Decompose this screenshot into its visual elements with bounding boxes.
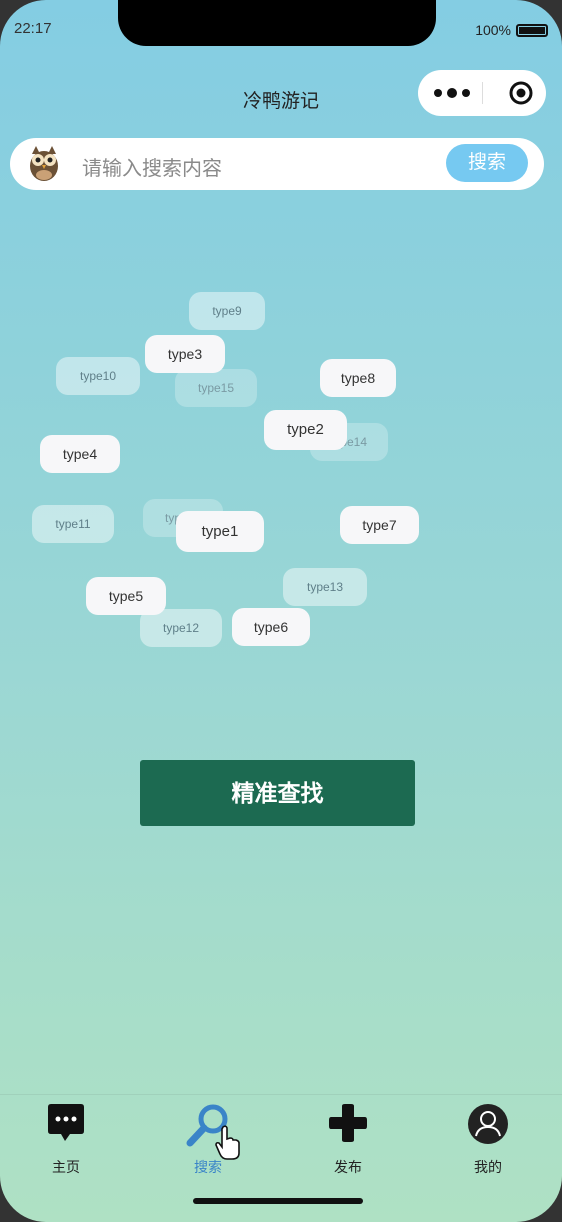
hand-cursor-icon [215,1125,240,1160]
tag-type6[interactable]: type6 [232,608,310,646]
status-battery: 100% [475,22,548,38]
battery-icon [516,23,548,37]
search-input[interactable]: 请输入搜索内容 [82,152,222,181]
tab-home[interactable]: 主页 [16,1103,116,1175]
tab-label-home: 主页 [52,1159,80,1175]
tag-type9[interactable]: type9 [189,292,265,330]
user-avatar-icon [468,1104,508,1144]
tag-type10[interactable]: type10 [56,357,140,395]
tab-search[interactable]: 搜索 [158,1103,258,1175]
owl-icon [30,146,58,181]
notch [118,0,436,46]
phone-screen: 22:17 100% 冷鸭游记 请输入搜索内容 搜索 type9 type10 … [0,0,562,1222]
tag-type8[interactable]: type8 [320,359,396,397]
tag-type7[interactable]: type7 [340,506,419,544]
plus-icon [329,1104,367,1142]
precise-search-button[interactable]: 精准查找 [140,760,415,826]
more-icon[interactable] [432,83,472,103]
capsule-divider [482,82,483,104]
tag-type1[interactable]: type1 [176,511,264,552]
tag-type15[interactable]: type15 [175,369,257,407]
tag-type3[interactable]: type3 [145,335,225,373]
search-bar: 请输入搜索内容 搜索 [10,138,544,190]
mini-program-capsule [418,70,546,116]
tab-publish[interactable]: 发布 [298,1103,398,1175]
search-button[interactable]: 搜索 [446,144,528,182]
tag-type11[interactable]: type11 [32,505,114,543]
battery-percent: 100% [475,22,511,38]
tag-type2[interactable]: type2 [264,410,347,450]
tab-label-publish: 发布 [334,1159,362,1175]
tag-type4[interactable]: type4 [40,435,120,473]
status-time: 22:17 [14,20,52,37]
tab-profile[interactable]: 我的 [438,1103,538,1175]
tag-type5[interactable]: type5 [86,577,166,615]
chat-bubble-icon [48,1104,84,1141]
tab-label-profile: 我的 [474,1159,502,1175]
home-indicator [193,1198,363,1204]
tab-label-search: 搜索 [194,1159,222,1175]
tag-type13[interactable]: type13 [283,568,367,606]
close-miniprogram-icon[interactable] [508,80,534,106]
